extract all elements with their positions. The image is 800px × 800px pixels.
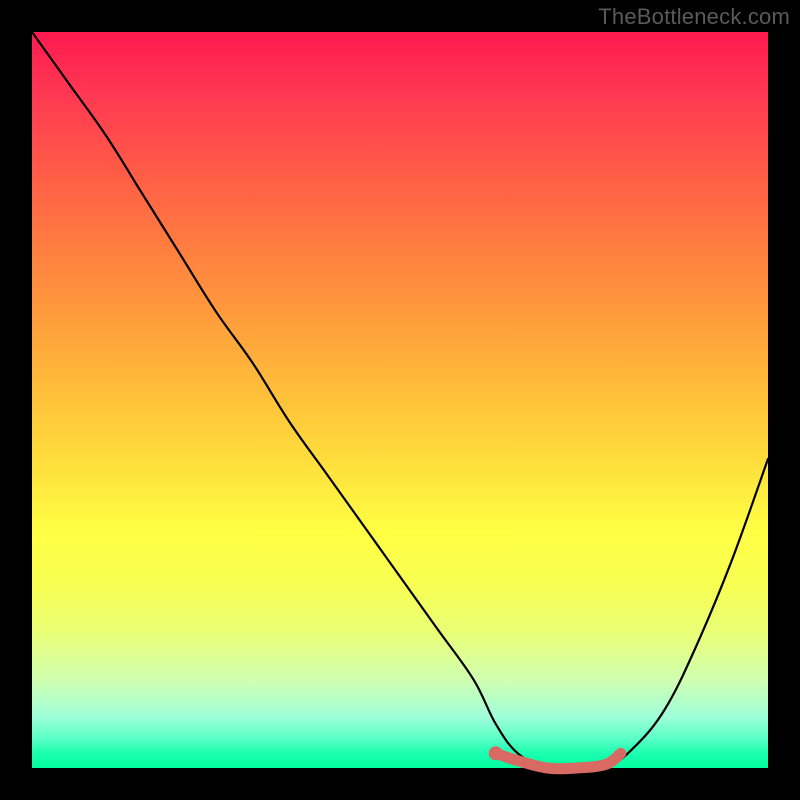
curve-svg (32, 32, 768, 768)
chart-container: TheBottleneck.com (0, 0, 800, 800)
watermark-text: TheBottleneck.com (598, 4, 790, 30)
optimal-range-highlight (489, 746, 621, 768)
plot-area (32, 32, 768, 768)
bottleneck-curve-line (32, 32, 768, 770)
